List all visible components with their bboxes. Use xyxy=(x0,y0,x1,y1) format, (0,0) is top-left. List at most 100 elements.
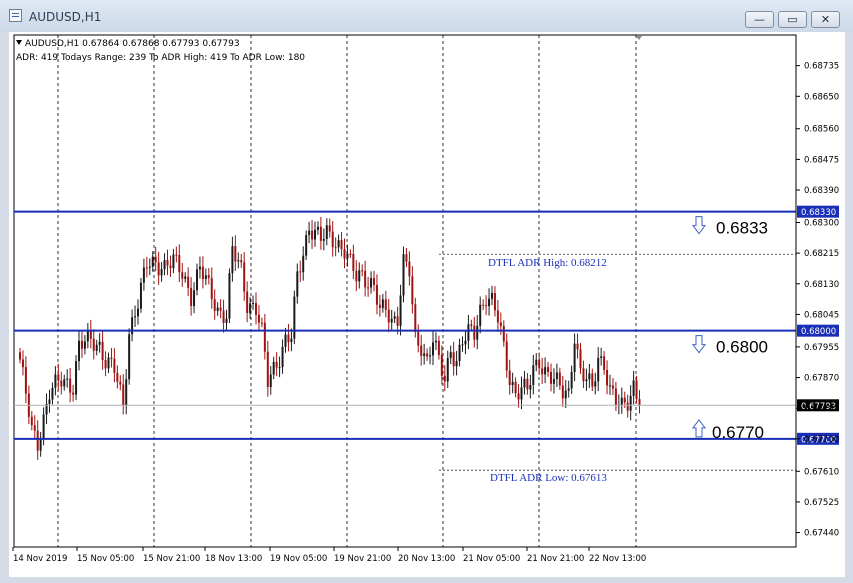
candle-body xyxy=(331,231,334,248)
candle-body xyxy=(482,304,485,306)
candle-body xyxy=(470,324,473,326)
candle-body xyxy=(86,330,89,342)
candle-body xyxy=(594,381,597,387)
candle-body xyxy=(452,352,455,367)
chart-area[interactable]: 0.67793 0.68330 0.6833 0.68000 0.6800 0.67700… xyxy=(9,32,845,577)
candle-body xyxy=(72,392,75,395)
candle-body xyxy=(426,353,429,357)
candle-body xyxy=(526,378,529,390)
candle-body xyxy=(440,354,443,376)
candle-body xyxy=(137,308,139,317)
candle-body xyxy=(293,296,296,339)
candle-body xyxy=(243,262,246,292)
close-button[interactable]: ✕ xyxy=(811,11,840,28)
candle-body xyxy=(325,225,328,239)
candle-body xyxy=(638,399,641,406)
candle-body xyxy=(187,276,190,288)
candle-body xyxy=(606,370,609,386)
candle-body xyxy=(163,260,166,270)
candle-body xyxy=(496,310,499,323)
level-value-label: 0.6800 xyxy=(716,338,768,357)
candle-body xyxy=(476,325,479,340)
level-price-label: 0.68330 xyxy=(801,208,836,218)
candle-body xyxy=(193,290,196,306)
candle-body xyxy=(541,368,544,375)
candle-body xyxy=(567,388,570,391)
candle-body xyxy=(579,349,582,369)
candle-body xyxy=(591,373,594,387)
candle-body xyxy=(119,381,122,385)
candle-body xyxy=(54,374,57,388)
candle-body xyxy=(157,262,160,276)
candle-body xyxy=(154,256,157,263)
time-tick-label: 20 Nov 13:00 xyxy=(398,554,455,564)
candle-body xyxy=(66,378,69,380)
candle-body xyxy=(544,367,547,375)
candle-body xyxy=(225,318,228,323)
symbol-quote-line: AUDUSD,H1 0.67864 0.67868 0.67793 0.6779… xyxy=(16,37,305,51)
candle-body xyxy=(252,303,255,305)
candle-body xyxy=(558,372,561,386)
candle-body xyxy=(564,390,567,399)
price-tick-label: 0.68300 xyxy=(804,218,839,228)
candle-body xyxy=(437,340,440,355)
candle-body xyxy=(467,324,470,341)
candle-body xyxy=(620,397,623,405)
candle-body xyxy=(417,331,420,346)
candle-body xyxy=(434,340,437,343)
candle-body xyxy=(257,314,260,323)
candle-body xyxy=(222,310,225,323)
candle-body xyxy=(411,276,414,305)
candle-body xyxy=(190,287,193,306)
price-tick-label: 0.67440 xyxy=(804,529,839,539)
collapse-triangle-icon[interactable] xyxy=(16,40,22,45)
candle-body xyxy=(455,361,458,367)
candle-body xyxy=(508,370,511,386)
candle-body xyxy=(381,299,384,308)
arrow-down-icon xyxy=(692,216,706,235)
candle-body xyxy=(166,260,169,266)
candle-body xyxy=(493,292,496,311)
candle-body xyxy=(576,343,579,350)
candle-body xyxy=(402,254,405,296)
candle-body xyxy=(122,384,125,406)
time-tick-label: 19 Nov 05:00 xyxy=(270,554,327,564)
candle-body xyxy=(169,265,172,269)
maximize-button[interactable]: ▭ xyxy=(778,11,807,28)
candle-body xyxy=(128,334,131,380)
candle-body xyxy=(316,226,319,230)
price-tick-label: 0.67700 xyxy=(804,435,839,445)
candle-body xyxy=(319,226,322,241)
candle-body xyxy=(429,355,432,357)
candle-body xyxy=(499,322,502,326)
candle-body xyxy=(311,230,314,240)
arrow-down-icon xyxy=(692,335,706,354)
candle-body xyxy=(611,385,614,389)
time-tick-label: 22 Nov 13:00 xyxy=(589,554,646,564)
candle-body xyxy=(449,352,452,359)
candle-body xyxy=(184,276,187,279)
candle-body xyxy=(284,334,287,347)
candle-body xyxy=(570,371,573,389)
candle-body xyxy=(349,253,352,255)
title-bar[interactable]: AUDUSD,H1 — ▭ ✕ xyxy=(0,0,853,32)
minimize-button[interactable]: — xyxy=(745,11,774,28)
candle-body xyxy=(178,255,181,273)
adr-info-line: ADR: 419 Todays Range: 239 To ADR High: … xyxy=(16,53,306,63)
candlestick-chart[interactable]: 0.677930.683300.68330.680000.68000.67700… xyxy=(9,32,845,577)
candle-body xyxy=(145,267,148,269)
candle-body xyxy=(305,235,308,256)
candle-body xyxy=(337,240,340,248)
time-tick-label: 15 Nov 05:00 xyxy=(77,554,134,564)
arrow-up-icon xyxy=(692,418,706,438)
candle-body xyxy=(69,378,72,393)
price-tick-label: 0.68475 xyxy=(804,155,839,165)
candle-body xyxy=(80,340,83,349)
candle-body xyxy=(458,344,461,362)
level-value-label: 0.6770 xyxy=(712,423,764,442)
candle-body xyxy=(399,295,402,326)
candle-body xyxy=(491,292,493,299)
candle-body xyxy=(573,343,576,372)
shift-marker-icon xyxy=(636,36,642,40)
candle-body xyxy=(231,246,234,274)
